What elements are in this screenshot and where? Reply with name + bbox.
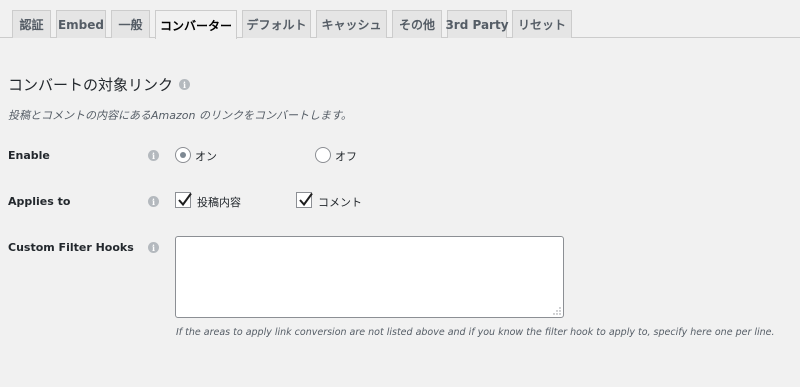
enable-label: Enable — [8, 149, 50, 162]
tab-converter[interactable]: コンバーター — [155, 10, 237, 39]
applies-to-post-checkbox[interactable] — [175, 192, 192, 208]
section-title: コンバートの対象リンク — [8, 76, 174, 94]
checkmark-icon — [178, 192, 192, 207]
checkmark-icon — [299, 192, 313, 207]
tab-other[interactable]: その他 — [392, 10, 442, 38]
tab-3rd-party[interactable]: 3rd Party — [445, 10, 509, 38]
tab-default[interactable]: デフォルト — [242, 10, 311, 38]
enable-off-radio[interactable] — [315, 147, 331, 163]
tab-bar: 認証 Embed 一般 コンバーター デフォルト キャッシュ その他 3rd P… — [0, 0, 800, 39]
applies-to-post-label[interactable]: 投稿内容 — [197, 194, 241, 210]
radio-selected-dot — [180, 152, 186, 158]
section-description: 投稿とコメントの内容にあるAmazon のリンクをコンバートします。 — [8, 109, 352, 122]
custom-filter-hooks-textarea[interactable] — [175, 236, 564, 318]
custom-filter-hooks-label: Custom Filter Hooks — [8, 241, 134, 254]
applies-to-comment-checkbox[interactable] — [296, 192, 313, 208]
info-icon[interactable]: i — [148, 150, 159, 161]
resize-grip-icon[interactable] — [553, 307, 561, 315]
tab-general[interactable]: 一般 — [111, 10, 150, 38]
info-icon[interactable]: i — [148, 196, 159, 207]
info-icon[interactable]: i — [148, 242, 159, 253]
applies-to-label: Applies to — [8, 195, 71, 208]
info-icon[interactable]: i — [179, 79, 190, 90]
tab-auth[interactable]: 認証 — [12, 10, 51, 38]
tab-embed[interactable]: Embed — [56, 10, 106, 38]
tab-cache[interactable]: キャッシュ — [316, 10, 387, 38]
applies-to-comment-label[interactable]: コメント — [318, 194, 362, 210]
custom-filter-hooks-hint: If the areas to apply link conversion ar… — [176, 327, 775, 338]
enable-on-label[interactable]: オン — [195, 148, 217, 164]
enable-off-label[interactable]: オフ — [335, 148, 357, 164]
enable-on-radio[interactable] — [175, 147, 191, 163]
tab-reset[interactable]: リセット — [512, 10, 572, 38]
